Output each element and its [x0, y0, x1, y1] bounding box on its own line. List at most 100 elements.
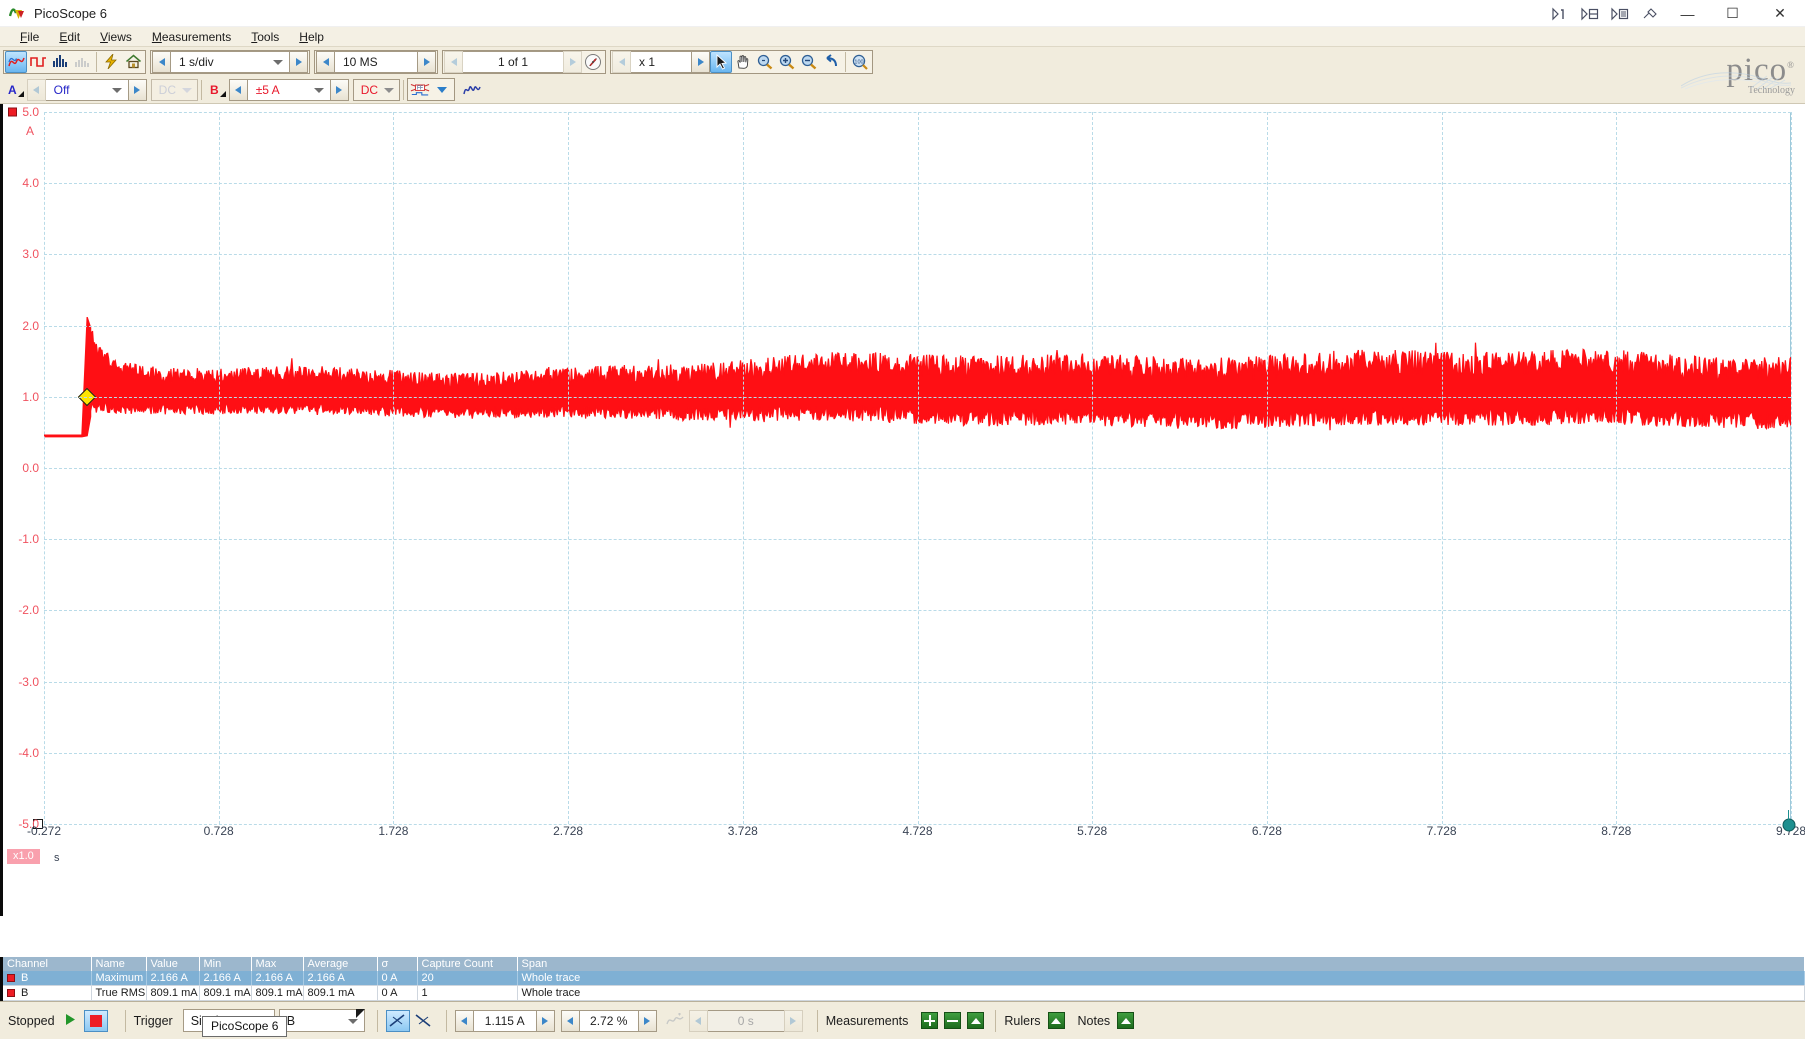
channel-b-range-prev[interactable] — [228, 78, 248, 101]
zoom-factor-spinner[interactable]: x 1 — [612, 50, 710, 73]
zoom-in-tool[interactable] — [776, 51, 798, 73]
channel-b-range-spinner[interactable]: ±5 A — [228, 78, 349, 101]
timebase-next-button[interactable] — [289, 50, 308, 73]
spectrum-mode-button[interactable] — [71, 51, 93, 73]
notes-panel-toggle-icon[interactable] — [1117, 1012, 1135, 1029]
plot-area[interactable] — [44, 112, 1792, 825]
undo-zoom-tool[interactable] — [820, 51, 842, 73]
channel-a-menu-corner-icon[interactable] — [17, 90, 24, 97]
play-1-icon[interactable] — [1545, 0, 1575, 27]
persistence-view-button[interactable] — [27, 51, 49, 73]
chevron-down-icon[interactable] — [273, 59, 283, 65]
threshold-prev-button[interactable] — [454, 1009, 474, 1032]
trigger-source-select[interactable]: B — [278, 1009, 365, 1032]
channel-a-range-spinner[interactable]: Off — [26, 78, 147, 101]
stop-square-icon[interactable] — [83, 1009, 108, 1032]
col-name[interactable]: Name — [91, 957, 147, 971]
close-button[interactable]: ✕ — [1755, 0, 1805, 27]
delay-value[interactable]: 0 s — [707, 1009, 784, 1032]
scope-view[interactable]: A 5.0 4.0 3.0 2.0 1.0 0.0 -1.0 -2.0 -3.0 -4.0 -5.0… — [0, 104, 1805, 916]
channel-b-label[interactable]: B — [205, 83, 229, 97]
buffer-next-button[interactable] — [563, 50, 582, 73]
chevron-down-icon[interactable] — [382, 79, 396, 101]
timebase-value[interactable]: 1 s/div — [171, 50, 289, 73]
buffer-value[interactable]: 1 of 1 — [463, 50, 563, 73]
zoom-select-tool[interactable] — [754, 51, 776, 73]
buffer-prev-button[interactable] — [444, 50, 463, 73]
channel-b-coupling[interactable]: DC — [352, 78, 401, 101]
pretrigger-next-button[interactable] — [637, 1009, 657, 1032]
trigger-delay-spinner[interactable]: 0 s — [688, 1009, 803, 1032]
timebase-prev-button[interactable] — [152, 50, 171, 73]
col-min[interactable]: Min — [199, 957, 252, 971]
play-3-icon[interactable] — [1605, 0, 1635, 27]
channel-b-range-value[interactable]: ±5 A — [247, 78, 330, 101]
pretrigger-value[interactable]: 2.72 % — [579, 1009, 638, 1032]
trace-end-marker[interactable] — [1782, 818, 1796, 832]
samples-next-button[interactable] — [417, 50, 436, 73]
minus-icon[interactable] — [944, 1012, 962, 1029]
samples-spinner[interactable]: 10 MS — [316, 50, 436, 73]
hand-tool[interactable] — [732, 51, 754, 73]
buffer-navigator-icon[interactable] — [582, 51, 604, 73]
chevron-down-icon[interactable] — [347, 1018, 358, 1024]
measurements-table[interactable]: Channel Name Value Min Max Average σ Cap… — [0, 957, 1805, 1001]
channel-b-axis-marker[interactable] — [8, 107, 17, 117]
samples-prev-button[interactable] — [316, 50, 335, 73]
chevron-down-icon[interactable] — [111, 87, 122, 93]
menu-views[interactable]: Views — [90, 28, 142, 46]
menu-tools[interactable]: Tools — [241, 28, 289, 46]
scope-view-button[interactable] — [5, 50, 27, 73]
buffer-spinner[interactable]: 1 of 1 — [444, 50, 582, 73]
col-value[interactable]: Value — [146, 957, 200, 971]
zoom-out-tool[interactable] — [798, 51, 820, 73]
plus-icon[interactable] — [921, 1012, 939, 1029]
channel-a-range-value[interactable]: Off — [45, 78, 128, 101]
spectrum-view-button[interactable] — [49, 51, 71, 73]
channel-b-range-next[interactable] — [329, 78, 349, 101]
delay-next-button[interactable] — [783, 1009, 803, 1032]
delay-prev-button[interactable] — [688, 1009, 708, 1032]
trigger-rising-edge-icon[interactable] — [385, 1009, 410, 1032]
rulers-panel-toggle-icon[interactable] — [1047, 1012, 1065, 1029]
trigger-falling-edge-icon[interactable] — [412, 1010, 436, 1032]
play-triangle-icon[interactable] — [65, 1013, 76, 1029]
col-max[interactable]: Max — [251, 957, 304, 971]
threshold-next-button[interactable] — [535, 1009, 555, 1032]
channel-b-menu-corner-icon[interactable] — [219, 90, 226, 97]
menu-help[interactable]: Help — [289, 28, 334, 46]
tools-icon[interactable] — [1635, 0, 1665, 27]
threshold-value[interactable]: 1.115 A — [473, 1009, 536, 1032]
menu-measurements[interactable]: Measurements — [142, 28, 241, 46]
minimize-button[interactable]: — — [1665, 0, 1710, 27]
channel-a-coupling[interactable]: DC — [150, 78, 199, 101]
fft-filter-icon[interactable]: FF — [409, 79, 431, 101]
measurements-panel-toggle-icon[interactable] — [967, 1012, 985, 1029]
chevron-down-icon[interactable] — [313, 87, 324, 93]
col-average[interactable]: Average — [303, 957, 378, 971]
table-row[interactable]: B Maximum 2.166 A 2.166 A 2.166 A 2.166 … — [3, 971, 1805, 986]
maximize-button[interactable]: ☐ — [1710, 0, 1755, 27]
pretrigger-prev-button[interactable] — [560, 1009, 580, 1032]
home-button[interactable] — [122, 51, 144, 73]
advanced-trigger-icon[interactable] — [663, 1010, 687, 1032]
menu-file[interactable]: File — [10, 28, 49, 46]
fft-dropdown-button[interactable] — [431, 79, 453, 101]
chevron-down-icon[interactable] — [180, 79, 194, 101]
autosetup-button[interactable] — [100, 51, 122, 73]
trigger-threshold-spinner[interactable]: 1.115 A — [454, 1009, 555, 1032]
channel-a-range-next[interactable] — [127, 78, 147, 101]
samples-value[interactable]: 10 MS — [335, 50, 417, 73]
col-capture-count[interactable]: Capture Count — [417, 957, 518, 971]
x-zoom-badge[interactable]: x1.0 — [7, 849, 40, 864]
col-channel[interactable]: Channel — [3, 957, 92, 971]
table-row[interactable]: B True RMS 809.1 mA 809.1 mA 809.1 mA 80… — [3, 985, 1805, 1001]
play-2-icon[interactable] — [1575, 0, 1605, 27]
menu-edit[interactable]: Edit — [49, 28, 90, 46]
zoom-100-tool[interactable]: 100 — [849, 51, 871, 73]
col-sigma[interactable]: σ — [377, 957, 418, 971]
channel-a-range-prev[interactable] — [26, 78, 46, 101]
timebase-spinner[interactable]: 1 s/div — [152, 50, 308, 73]
normal-select-tool[interactable] — [710, 50, 732, 73]
zoom-factor-value[interactable]: x 1 — [631, 50, 691, 73]
